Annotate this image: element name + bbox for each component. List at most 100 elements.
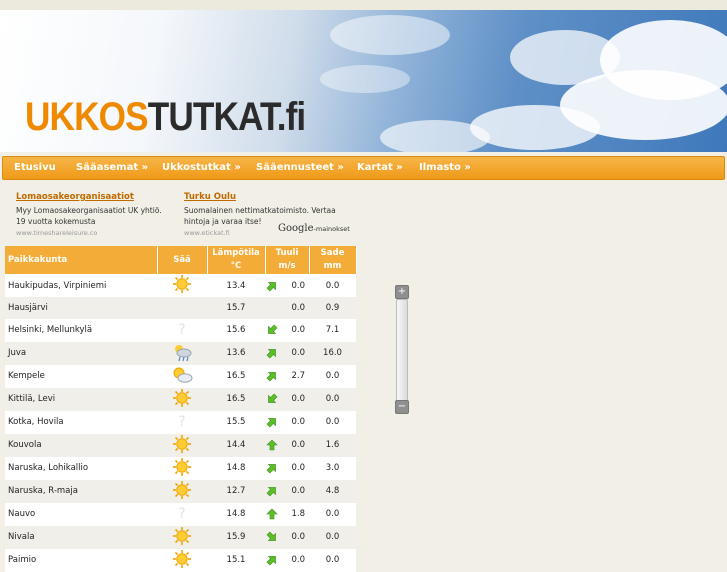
cell-place[interactable]: Helsinki, Mellunkylä <box>5 318 157 342</box>
menu-item-etusivu[interactable]: Etusivu <box>14 157 56 179</box>
table-row: Juva 13.6 0.0 16.0 <box>5 341 356 365</box>
cell-place[interactable]: Naruska, R-maja <box>5 479 157 503</box>
header-wind[interactable]: Tuuli m/s <box>265 246 310 274</box>
cell-wind: 0.0 <box>265 410 309 434</box>
menu-item-ukkostutkat[interactable]: Ukkostutkat » <box>162 157 241 179</box>
place-name[interactable]: Paimio <box>8 555 36 565</box>
header-place[interactable]: Paikkakunta <box>5 246 158 274</box>
sun-icon <box>172 480 192 503</box>
cell-place[interactable]: Kotka, Hovila <box>5 410 157 434</box>
unknown-icon: ? <box>172 414 192 434</box>
place-name[interactable]: Hausjärvi <box>8 303 48 313</box>
ad-1-title[interactable]: Lomaosakeorganisaatiot <box>16 192 164 203</box>
wind-speed: 1.8 <box>291 509 305 520</box>
place-name[interactable]: Naruska, Lohikallio <box>8 463 88 473</box>
cell-temp: 13.6 <box>207 341 265 365</box>
wind-speed: 0.0 <box>291 302 305 313</box>
top-strip <box>0 0 727 10</box>
cell-place[interactable]: Haukipudas, Virpiniemi <box>5 274 157 297</box>
cell-temp: 16.5 <box>207 364 265 388</box>
google-brand: Google <box>278 223 314 234</box>
cell-weather <box>157 387 207 411</box>
cell-wind: 0.0 <box>265 548 309 572</box>
place-name[interactable]: Haukipudas, Virpiniemi <box>8 281 106 291</box>
header-weather[interactable]: Sää <box>157 246 208 274</box>
google-ads-label[interactable]: Google-mainokset <box>278 223 350 234</box>
cell-temp: 15.7 <box>207 297 265 319</box>
unknown-icon: ? <box>172 506 192 526</box>
place-name[interactable]: Kotka, Hovila <box>8 417 64 427</box>
menu-item-saaennusteet[interactable]: Sääennusteet » <box>256 157 344 179</box>
menu-item-ilmasto[interactable]: Ilmasto » <box>419 157 471 179</box>
table-row: Hausjärvi 15.7 0.0 0.9 <box>5 297 356 319</box>
cell-rain: 1.6 <box>309 433 356 457</box>
header-banner: UKKOSTUTKAT.fi <box>0 10 727 152</box>
wind-speed: 2.7 <box>291 371 305 382</box>
wind-speed: 0.0 <box>291 325 305 336</box>
cell-weather <box>157 274 207 297</box>
cell-place[interactable]: Kouvola <box>5 433 157 457</box>
ad-1-url[interactable]: www.timeshareleisure.co <box>16 229 97 237</box>
ad-2-url[interactable]: www.etickat.fi <box>184 229 230 237</box>
cell-place[interactable]: Naruska, Lohikallio <box>5 456 157 480</box>
wind-speed: 0.0 <box>291 394 305 405</box>
partly-cloudy-icon <box>171 367 193 388</box>
cell-place[interactable]: Nivala <box>5 525 157 549</box>
zoom-slider-track[interactable] <box>396 299 408 403</box>
cell-place[interactable]: Hausjärvi <box>5 297 157 319</box>
table-row: Haukipudas, Virpiniemi 13.4 0.0 0.0 <box>5 274 356 297</box>
place-name[interactable]: Juva <box>8 348 26 358</box>
place-name[interactable]: Kouvola <box>8 440 42 450</box>
cell-rain: 16.0 <box>309 341 356 365</box>
menu-item-kartat[interactable]: Kartat » <box>357 157 403 179</box>
cell-rain: 7.1 <box>309 318 356 342</box>
cell-weather <box>157 548 207 572</box>
sun-icon <box>172 434 192 457</box>
cell-weather: ? <box>157 318 207 342</box>
table-row: Kouvola 14.4 0.0 1.6 <box>5 433 356 457</box>
svg-text:?: ? <box>178 414 185 430</box>
place-name[interactable]: Nivala <box>8 532 35 542</box>
cell-temp: 15.6 <box>207 318 265 342</box>
cell-place[interactable]: Nauvo <box>5 502 157 526</box>
cell-weather: ? <box>157 502 207 526</box>
sun-icon <box>172 549 192 572</box>
table-row: Nivala 15.9 0.0 0.0 <box>5 525 356 549</box>
logo-part-1: UKKOS <box>25 95 149 139</box>
cell-wind: 0.0 <box>265 318 309 342</box>
ad-1: Lomaosakeorganisaatiot Myy Lomaosakeorga… <box>16 192 164 239</box>
site-logo[interactable]: UKKOSTUTKAT.fi <box>25 95 306 139</box>
cell-wind: 0.0 <box>265 341 309 365</box>
menu-item-saaasemat[interactable]: Sääasemat » <box>76 157 148 179</box>
ad-2-title[interactable]: Turku Oulu <box>184 192 350 203</box>
cell-place[interactable]: Kittilä, Levi <box>5 387 157 411</box>
wind-speed: 0.0 <box>291 417 305 428</box>
table-row: Kotka, Hovila? 15.5 0.0 0.0 <box>5 410 356 434</box>
cell-weather <box>157 456 207 480</box>
cell-rain: 0.0 <box>309 274 356 297</box>
cell-place[interactable]: Paimio <box>5 548 157 572</box>
place-name[interactable]: Naruska, R-maja <box>8 486 78 496</box>
cell-wind: 0.0 <box>265 479 309 503</box>
place-name[interactable]: Kempele <box>8 371 45 381</box>
cell-temp: 12.7 <box>207 479 265 503</box>
place-name[interactable]: Nauvo <box>8 509 35 519</box>
sun-icon <box>172 526 192 549</box>
wind-speed: 0.0 <box>291 348 305 359</box>
cell-temp: 14.4 <box>207 433 265 457</box>
place-name[interactable]: Helsinki, Mellunkylä <box>8 325 92 335</box>
cell-weather <box>157 341 207 365</box>
cell-place[interactable]: Juva <box>5 341 157 365</box>
header-wind-label: Tuuli <box>275 248 299 258</box>
zoom-out-button[interactable]: − <box>395 400 409 414</box>
cell-wind: 0.0 <box>265 274 309 297</box>
cell-place[interactable]: Kempele <box>5 364 157 388</box>
header-temp[interactable]: Lämpötila °C <box>207 246 266 274</box>
header-rain[interactable]: Sade mm <box>309 246 357 274</box>
cell-temp: 13.4 <box>207 274 265 297</box>
table-header-row: Paikkakunta Sää Lämpötila °C Tuuli m/s Sad… <box>5 246 357 274</box>
cell-temp: 15.5 <box>207 410 265 434</box>
svg-text:?: ? <box>178 322 185 338</box>
place-name[interactable]: Kittilä, Levi <box>8 394 55 404</box>
zoom-in-button[interactable]: + <box>395 285 409 299</box>
